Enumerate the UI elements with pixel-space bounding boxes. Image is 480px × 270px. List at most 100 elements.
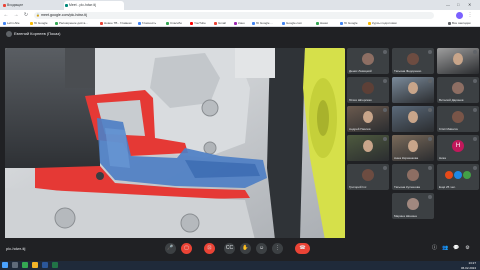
bookmark-icon: [55, 22, 58, 25]
maximize-button[interactable]: □: [457, 2, 459, 8]
explorer-icon[interactable]: [32, 262, 38, 268]
participant-tile[interactable]: Н Ника: [437, 135, 479, 161]
bookmark-item[interactable]: Все закладки: [448, 20, 471, 27]
participant-name: Ещё 25 чел.: [439, 185, 456, 189]
participant-tile[interactable]: [437, 48, 479, 74]
more-avatars: [445, 171, 471, 179]
mic-button[interactable]: 🎤: [165, 243, 176, 254]
participant-tile[interactable]: Андрей Павлов: [347, 106, 389, 132]
minimize-button[interactable]: —: [446, 2, 450, 8]
bookmark-item[interactable]: Lehn:Alle: [3, 20, 20, 27]
participant-tile[interactable]: Марина Шонина: [392, 193, 434, 219]
person-silhouette: [363, 111, 373, 123]
presenter-label: Евгений Корнеев (Показ): [6, 29, 60, 39]
camera-off-button[interactable]: ▢: [181, 243, 192, 254]
participant-tile[interactable]: [392, 77, 434, 103]
participant-tile[interactable]: Григорий Inc: [347, 164, 389, 190]
youtube-icon: [190, 22, 193, 25]
participant-tile[interactable]: Виталий Дарянов: [437, 77, 479, 103]
back-icon[interactable]: ←: [2, 11, 10, 19]
gmail-icon: [214, 22, 217, 25]
info-icon[interactable]: ⓘ: [430, 244, 439, 253]
profile-avatar[interactable]: [456, 11, 463, 19]
close-window-button[interactable]: ✕: [468, 2, 471, 8]
participant-tile[interactable]: Ещё 25 чел.: [437, 164, 479, 190]
bookmark-item[interactable]: Ю Google: [340, 20, 358, 27]
people-icon[interactable]: 👥: [441, 244, 450, 253]
participant-tile[interactable]: [347, 135, 389, 161]
forward-icon[interactable]: →: [12, 11, 20, 19]
avatar: [452, 82, 464, 94]
avatar: [452, 111, 464, 123]
captions-button[interactable]: CC: [224, 243, 235, 254]
participant-name: Андрей Павлов: [349, 127, 371, 131]
tab-inbox[interactable]: Входящие: [2, 1, 64, 10]
bookmark-item[interactable]: Курсы подготовки: [368, 20, 397, 27]
more-options-button[interactable]: ⋮: [272, 243, 283, 254]
participant-name: Ника: [439, 156, 446, 160]
raise-hand-button[interactable]: ✋: [240, 243, 251, 254]
participant-tile[interactable]: Татьяна Кулешова: [392, 164, 434, 190]
bookmark-item[interactable]: Расширение диста...: [55, 20, 88, 27]
chrome-icon[interactable]: [22, 262, 28, 268]
bookmark-item[interactable]: Спасибо: [166, 20, 182, 27]
bookmark-icon: [138, 22, 141, 25]
tab-meet[interactable]: Meet - plc-hdwr-tij: [64, 1, 124, 10]
address-bar[interactable]: 🔒 meet.google.com/plc-hdwr-tij: [34, 11, 434, 19]
participant-tile[interactable]: Татьяна Федоренко: [392, 48, 434, 74]
bookmark-icon: [368, 22, 371, 25]
avatar: [407, 53, 419, 65]
engine-cad-render: [5, 48, 345, 240]
reload-icon[interactable]: ↻: [22, 11, 30, 19]
meeting-code: plc-hdwr-tij: [6, 246, 26, 251]
mic-status-icon: [383, 79, 387, 83]
search-icon[interactable]: [12, 262, 18, 268]
person-silhouette: [408, 140, 418, 152]
emoji-button[interactable]: ☺: [256, 243, 267, 254]
tab-label: Meet - plc-hdwr-tij: [69, 3, 96, 7]
word-icon[interactable]: [42, 262, 48, 268]
excel-icon[interactable]: [52, 262, 58, 268]
bookmark-item[interactable]: Кино: [234, 20, 245, 27]
participant-tile[interactable]: Юлия Шпорская: [347, 77, 389, 103]
mic-icon: 🎤: [167, 245, 174, 251]
participant-name: Юлия Шпорская: [349, 98, 372, 102]
activities-icon[interactable]: ⚙: [463, 244, 472, 253]
mic-status-icon: [383, 50, 387, 54]
person-silhouette: [408, 82, 418, 94]
bookmark-item[interactable]: Наши: [316, 20, 328, 27]
menu-icon[interactable]: ⋮: [466, 11, 474, 19]
participant-tile[interactable]: Анна Кириенкова: [392, 135, 434, 161]
person-silhouette: [363, 140, 373, 152]
emoji-icon: ☺: [258, 245, 265, 251]
mic-status-icon: [473, 50, 477, 54]
participant-tile[interactable]: Kristi Makarov: [437, 106, 479, 132]
bookmark-item[interactable]: Gmail: [214, 20, 226, 27]
leave-call-button[interactable]: ☎: [295, 243, 310, 254]
participant-tile[interactable]: [392, 106, 434, 132]
system-clock: 13:27 06.02.2024: [460, 261, 476, 270]
mic-status-icon: [473, 166, 477, 170]
avatar: [454, 171, 462, 179]
folder-icon: [448, 22, 451, 25]
os-taskbar: [0, 261, 480, 270]
avatar: [463, 171, 471, 179]
bookmark-item[interactable]: Ю Google: [30, 20, 48, 27]
mic-status-icon: [473, 79, 477, 83]
meet-icon: [65, 4, 68, 7]
bookmark-item[interactable]: Ю Google ...: [252, 20, 273, 27]
mic-status-icon: [473, 137, 477, 141]
more-vert-icon: ⋮: [275, 245, 280, 251]
avatar: [362, 169, 374, 181]
shared-screen[interactable]: [5, 48, 345, 240]
bookmark-item[interactable]: Гласность: [138, 20, 156, 27]
hangup-icon: ☎: [299, 245, 306, 251]
present-button[interactable]: ⊡: [204, 243, 215, 254]
mic-status-icon: [428, 137, 432, 141]
chat-icon[interactable]: 💬: [452, 244, 461, 253]
bookmark-item[interactable]: YouTube: [190, 20, 206, 27]
participant-tile[interactable]: Денис Левицкий: [347, 48, 389, 74]
bookmark-item[interactable]: Новое ТВ - Главная: [100, 20, 131, 27]
bookmark-item[interactable]: Google.com: [282, 20, 302, 27]
start-icon[interactable]: [2, 262, 8, 268]
